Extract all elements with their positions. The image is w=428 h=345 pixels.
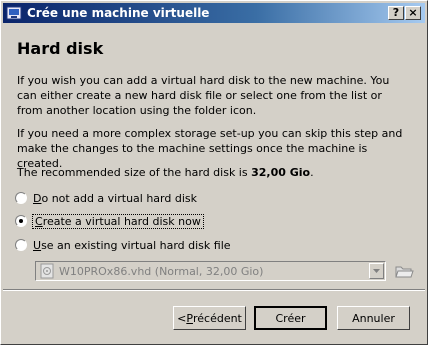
recommended-size-text: The recommended size of the hard disk is…	[17, 165, 409, 180]
radio-no-disk-text: o not add a virtual hard disk	[41, 191, 197, 205]
radio-no-disk[interactable]: Do not add a virtual hard disk	[15, 190, 197, 206]
recommended-size-prefix: The recommended size of the hard disk is	[17, 166, 252, 179]
close-button[interactable]: ×	[405, 6, 421, 20]
radio-create-disk-text: reate a virtual hard disk now	[42, 214, 201, 228]
folder-icon	[395, 266, 414, 278]
previous-button-prefix: <	[177, 311, 187, 325]
radio-use-existing-label[interactable]: Use an existing virtual hard disk file	[33, 239, 231, 252]
title-bar[interactable]: Crée une machine virtuelle ? ×	[3, 3, 425, 23]
radio-use-existing-circle[interactable]	[15, 239, 27, 251]
radio-create-disk-label[interactable]: Create a virtual hard disk now	[32, 213, 204, 229]
page-title: Hard disk	[17, 39, 104, 58]
radio-create-disk[interactable]: Create a virtual hard disk now	[15, 213, 204, 229]
disk-file-icon	[40, 263, 54, 279]
recommended-size-value: 32,00 Gio	[251, 166, 311, 179]
chevron-down-icon	[373, 269, 380, 273]
dialog-window: Crée une machine virtuelle ? × Hard disk…	[0, 0, 428, 345]
radio-use-existing-text: se an existing virtual hard disk file	[41, 238, 231, 252]
wizard-page: Hard disk If you wish you can add a virt…	[3, 25, 425, 287]
radio-no-disk-label[interactable]: Do not add a virtual hard disk	[33, 192, 197, 205]
existing-disk-select[interactable]: W10PROx86.vhd (Normal, 32,00 Gio)	[35, 261, 386, 281]
help-button[interactable]: ?	[388, 6, 404, 20]
existing-disk-value: W10PROx86.vhd (Normal, 32,00 Gio)	[59, 265, 264, 278]
radio-use-existing-mnemonic: U	[33, 238, 42, 252]
radio-no-disk-circle[interactable]	[15, 192, 27, 204]
previous-button-text: récédent	[192, 311, 242, 325]
description-text: If you wish you can add a virtual hard d…	[17, 74, 390, 117]
choose-disk-file-button[interactable]	[393, 261, 415, 281]
radio-use-existing[interactable]: Use an existing virtual hard disk file	[15, 237, 231, 253]
virtualbox-icon	[6, 6, 22, 20]
recommended-size-suffix: .	[310, 166, 314, 179]
radio-create-disk-mnemonic: C	[35, 214, 43, 228]
previous-button[interactable]: < Précédent	[173, 306, 246, 330]
create-button[interactable]: Créer	[254, 306, 327, 330]
dropdown-arrow-button[interactable]	[369, 263, 384, 279]
previous-button-mnemonic: P	[186, 311, 193, 325]
window-title: Crée une machine virtuelle	[27, 6, 210, 20]
cancel-button[interactable]: Annuler	[337, 306, 410, 330]
separator-highlight	[3, 290, 425, 291]
radio-create-disk-circle[interactable]	[15, 215, 27, 227]
